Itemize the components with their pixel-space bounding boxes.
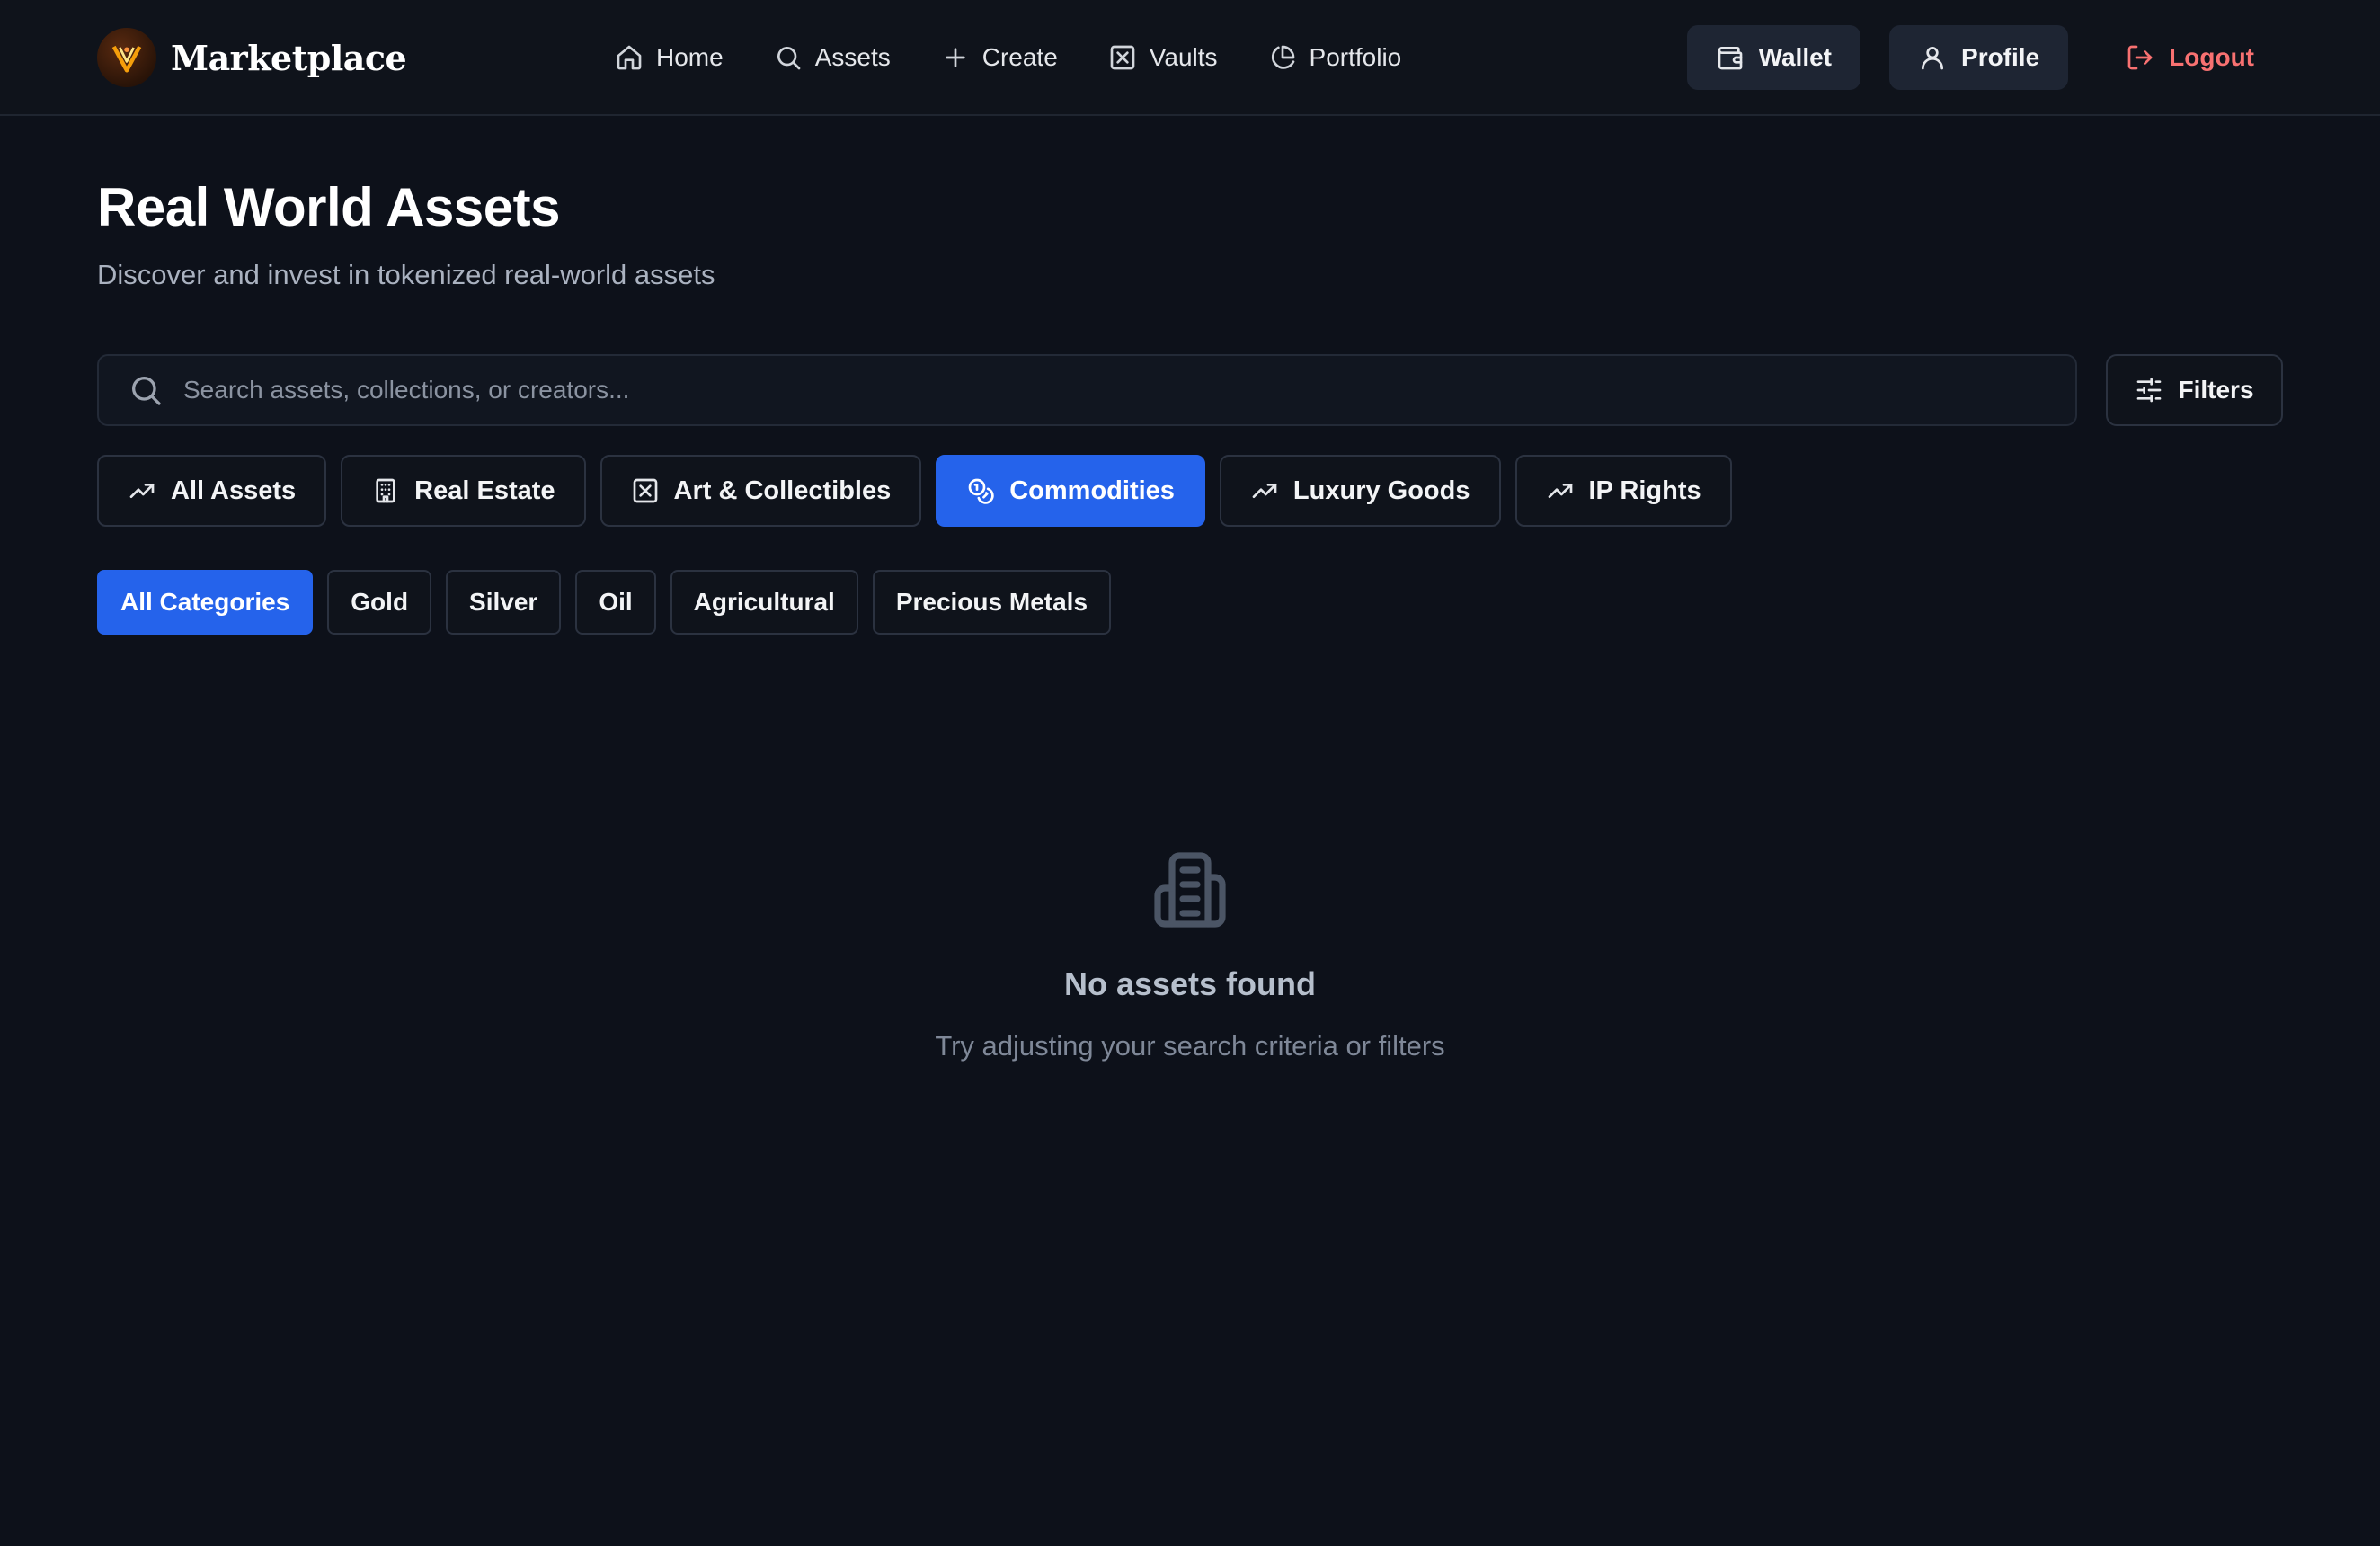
tab-luxury-goods[interactable]: Luxury Goods — [1219, 455, 1501, 527]
nav-item-portfolio[interactable]: Portfolio — [1268, 43, 1402, 72]
filters-button-label: Filters — [2178, 376, 2254, 404]
trending-up-icon — [1548, 484, 1572, 498]
top-navigation-bar: Marketplace Home Assets Create Vaults Po… — [0, 0, 2380, 116]
logout-icon — [2127, 45, 2153, 70]
search-icon — [132, 377, 161, 405]
search-bar[interactable] — [97, 354, 2077, 426]
filters-button[interactable]: Filters — [2106, 354, 2283, 426]
vault-icon — [1110, 45, 1135, 70]
nav-item-assets[interactable]: Assets — [774, 43, 891, 72]
tab-label: Real Estate — [414, 475, 555, 505]
trending-up-icon — [129, 484, 155, 498]
tab-real-estate[interactable]: Real Estate — [341, 455, 586, 527]
wallet-button[interactable]: Wallet — [1686, 25, 1861, 90]
profile-button-label: Profile — [1961, 43, 2040, 71]
tab-label: Luxury Goods — [1292, 475, 1470, 505]
tab-ip-rights[interactable]: IP Rights — [1514, 455, 1732, 527]
category-chip-agricultural[interactable]: Agricultural — [670, 570, 858, 635]
coins-icon — [968, 478, 994, 504]
empty-state-title: No assets found — [1063, 965, 1317, 1002]
nav-item-label: Create — [981, 43, 1058, 71]
category-filters: All Categories Gold Silver Oil Agricultu… — [97, 570, 1112, 635]
top-actions: Wallet Profile Logout — [1686, 24, 2283, 91]
art-icon — [633, 478, 657, 503]
main-nav: Home Assets Create Vaults Portfolio — [615, 27, 1401, 88]
logout-button-label: Logout — [2169, 43, 2254, 71]
tab-commodities[interactable]: Commodities — [936, 455, 1205, 527]
brand-logo-icon — [97, 28, 156, 87]
profile-button[interactable]: Profile — [1889, 25, 2069, 90]
sliders-icon — [2137, 378, 2162, 403]
category-chip-all[interactable]: All Categories — [97, 570, 314, 635]
wallet-icon — [1718, 47, 1742, 70]
nav-item-vaults[interactable]: Vaults — [1108, 43, 1218, 72]
nav-item-label: Assets — [814, 43, 891, 71]
empty-state-message: Try adjusting your search criteria or fi… — [935, 1030, 1445, 1062]
pie-chart-icon — [1271, 45, 1294, 69]
tab-label: All Assets — [171, 475, 297, 505]
plus-icon — [946, 48, 965, 67]
trending-up-icon — [1252, 484, 1277, 498]
page-subtitle: Discover and invest in tokenized real-wo… — [97, 259, 715, 290]
nav-item-label: Vaults — [1149, 43, 1218, 71]
search-icon — [777, 47, 801, 70]
tab-label: IP Rights — [1588, 475, 1701, 505]
empty-state: No assets found Try adjusting your searc… — [0, 849, 2380, 1062]
category-chip-silver[interactable]: Silver — [446, 570, 562, 635]
category-chip-oil[interactable]: Oil — [575, 570, 656, 635]
tab-label: Art & Collectibles — [673, 475, 892, 505]
building-icon — [1154, 852, 1226, 928]
tab-all-assets[interactable]: All Assets — [97, 455, 327, 527]
search-input[interactable] — [183, 356, 2075, 424]
tab-art-collectibles[interactable]: Art & Collectibles — [599, 455, 922, 527]
brand-name: Marketplace — [171, 37, 407, 78]
nav-item-label: Home — [656, 43, 724, 71]
asset-type-tabs: All Assets Real Estate Art & Collectible… — [97, 455, 1732, 527]
nav-item-label: Portfolio — [1309, 43, 1402, 71]
wallet-button-label: Wallet — [1758, 43, 1833, 71]
nav-item-home[interactable]: Home — [615, 43, 724, 72]
tab-label: Commodities — [1009, 475, 1175, 505]
building-icon — [376, 478, 395, 503]
page-title: Real World Assets — [97, 177, 561, 237]
category-chip-precious-metals[interactable]: Precious Metals — [872, 570, 1112, 635]
home-icon — [617, 45, 642, 70]
user-icon — [1922, 47, 1944, 70]
logout-button[interactable]: Logout — [2097, 25, 2283, 90]
brand[interactable]: Marketplace — [97, 27, 407, 88]
category-chip-gold[interactable]: Gold — [327, 570, 432, 635]
nav-item-create[interactable]: Create — [941, 43, 1058, 72]
